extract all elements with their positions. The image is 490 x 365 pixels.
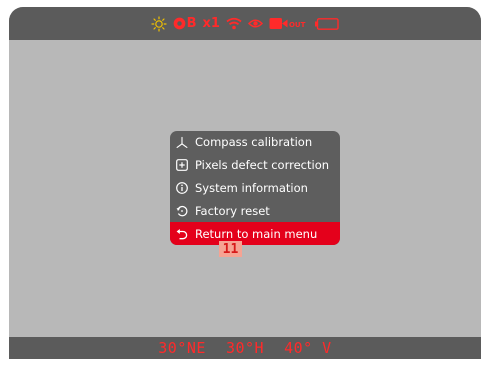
- menu-item-system-information[interactable]: System information: [170, 177, 340, 200]
- info-icon: [176, 182, 188, 194]
- menu-item-compass-calibration[interactable]: Compass calibration: [170, 131, 340, 154]
- menu-item-pixels-defect-correction[interactable]: Pixels defect correction: [170, 154, 340, 177]
- plus-box-icon: [176, 159, 188, 172]
- callout-number-badge: 11: [219, 241, 242, 257]
- battery-icon: [315, 17, 340, 30]
- device-screen: B x1 OUT Compass calibration Pixels defe…: [9, 7, 481, 359]
- menu-item-label: Return to main menu: [195, 226, 318, 241]
- brightness-icon: [151, 15, 167, 32]
- eye-icon: [247, 18, 263, 29]
- menu-item-factory-reset[interactable]: Factory reset: [170, 199, 340, 222]
- return-icon: [176, 228, 188, 240]
- orientation-bar: 30°NE 30°H 40° V: [9, 337, 481, 359]
- battery-saver-label: B: [186, 16, 197, 31]
- battery-saver-icon: B: [173, 17, 197, 30]
- menu-item-label: Compass calibration: [195, 135, 313, 150]
- heading-readout: 30°NE: [158, 339, 206, 357]
- status-bar: B x1 OUT: [9, 7, 481, 40]
- settings-menu: Compass calibration Pixels defect correc…: [170, 131, 340, 245]
- menu-item-label: Pixels defect correction: [195, 158, 330, 173]
- reset-icon: [176, 205, 188, 217]
- menu-item-label: System information: [195, 180, 308, 195]
- zoom-indicator: x1: [202, 16, 220, 31]
- menu-item-return-to-main-menu[interactable]: Return to main menu: [170, 222, 340, 245]
- out-label: OUT: [288, 21, 306, 29]
- video-camera-icon: [269, 18, 288, 29]
- menu-item-label: Factory reset: [195, 203, 270, 218]
- vertical-angle-readout: 40° V: [284, 339, 332, 357]
- wifi-icon: [226, 17, 242, 30]
- video-out-indicator: OUT: [269, 17, 305, 30]
- horizontal-angle-readout: 30°H: [225, 339, 265, 357]
- compass-icon: [176, 136, 188, 148]
